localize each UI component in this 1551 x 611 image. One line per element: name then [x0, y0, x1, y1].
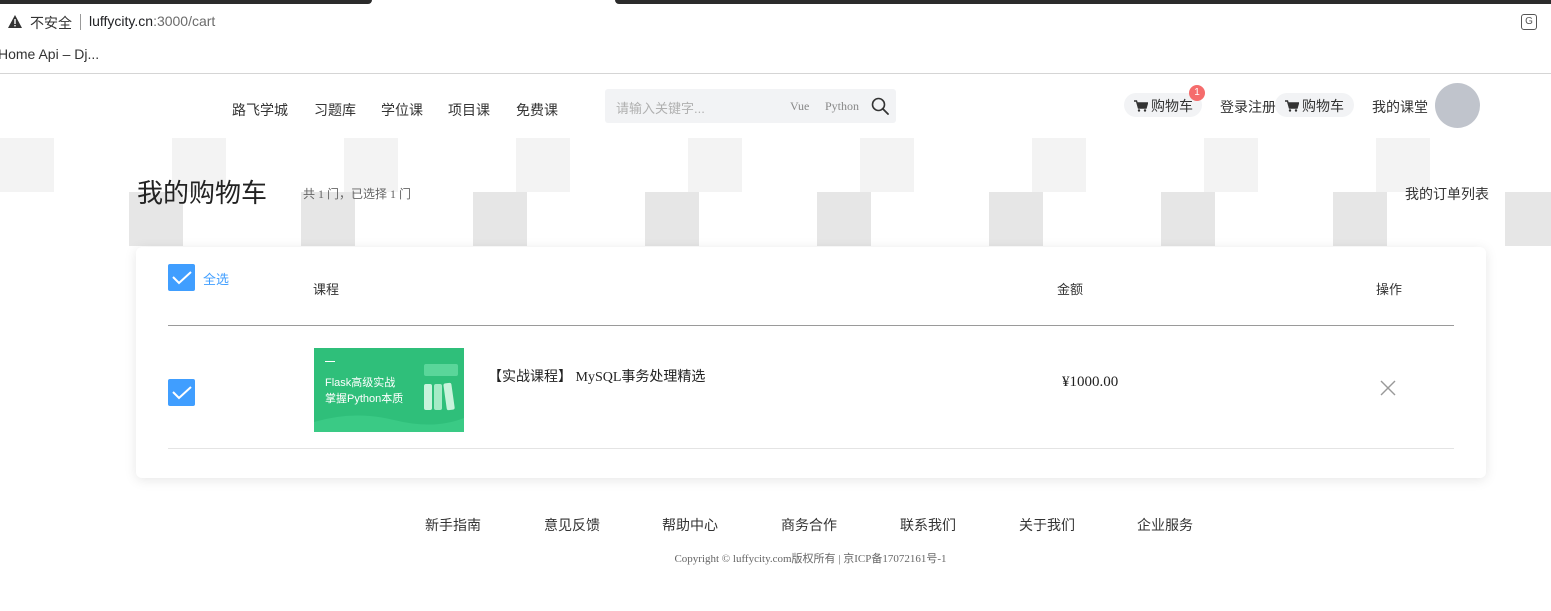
copyright-text: Copyright © luffycity.com版权所有 | 京ICP备170… — [674, 553, 947, 565]
banner-tile — [688, 138, 742, 192]
item-checkbox[interactable] — [168, 379, 195, 406]
column-header-course: 课程 — [313, 282, 340, 297]
nav-item-degree[interactable]: 学位课 — [381, 100, 423, 120]
banner-tile — [817, 192, 871, 246]
security-label[interactable]: 不安全 — [30, 13, 72, 33]
course-price: ¥1000.00 — [1062, 374, 1119, 390]
thumbnail-wave — [314, 415, 464, 432]
my-class-link[interactable]: 我的课堂 — [1372, 97, 1428, 117]
header-divider — [168, 325, 1454, 326]
banner-tile — [1333, 192, 1387, 246]
cart-summary: 共 1 门，已选择 1 门 — [303, 187, 412, 201]
select-all-label[interactable]: 全选 — [203, 269, 229, 288]
address-separator — [80, 14, 81, 30]
footer-link-contact[interactable]: 联系我们 — [900, 515, 956, 535]
url-text[interactable]: luffycity.cn:3000/cart — [89, 13, 215, 29]
page-title: 我的购物车 — [137, 178, 268, 208]
cart-badge: 1 — [1189, 85, 1205, 101]
thumbnail-dash — [325, 361, 335, 362]
check-icon — [172, 271, 192, 285]
banner-tile — [516, 138, 570, 192]
footer-link-business[interactable]: 商务合作 — [781, 515, 837, 535]
footer-link-feedback[interactable]: 意见反馈 — [544, 515, 600, 535]
nav-item-luffy[interactable]: 路飞学城 — [232, 100, 288, 120]
banner-tile — [0, 138, 54, 192]
cart-button-2[interactable]: 购物车 — [1275, 93, 1354, 117]
cart-label: 购物车 — [1151, 98, 1193, 114]
bookmarks-bar: Home Api – Dj... — [0, 38, 1551, 74]
cart-icon — [1285, 100, 1299, 112]
banner-tile — [860, 138, 914, 192]
footer-link-guide[interactable]: 新手指南 — [425, 515, 481, 535]
thumbnail-line-2: 掌握Python本质 — [325, 393, 404, 405]
banner-tile — [1505, 192, 1551, 246]
login-register-link[interactable]: 登录注册 — [1220, 97, 1276, 117]
nav-item-free[interactable]: 免费课 — [516, 100, 558, 120]
course-name[interactable]: 【实战课程】 MySQL事务处理精选 — [488, 366, 705, 386]
footer-link-enterprise[interactable]: 企业服务 — [1137, 515, 1193, 535]
select-all-checkbox[interactable] — [168, 264, 195, 291]
address-bar[interactable]: 不安全 luffycity.cn:3000/cart G — [0, 4, 1551, 38]
url-path: :3000/cart — [153, 13, 216, 29]
bookmark-home-api[interactable]: Home Api – Dj... — [0, 46, 99, 62]
row-divider — [168, 448, 1454, 449]
delete-icon[interactable] — [1379, 379, 1397, 397]
banner-tile — [1161, 192, 1215, 246]
check-icon — [172, 386, 192, 400]
search-icon[interactable] — [871, 97, 889, 115]
column-header-amount: 金额 — [1057, 282, 1084, 297]
translate-icon[interactable]: G — [1521, 14, 1537, 30]
search-tag-python[interactable]: Python — [825, 99, 859, 114]
url-host: luffycity.cn — [89, 13, 154, 29]
books-icon — [424, 364, 458, 411]
banner-tile — [344, 138, 398, 192]
nav-item-exercises[interactable]: 习题库 — [314, 100, 356, 120]
banner-tile — [1204, 138, 1258, 192]
banner-tile — [645, 192, 699, 246]
cart-label-2: 购物车 — [1302, 98, 1344, 114]
site-header: 路飞学城 习题库 学位课 项目课 免费课 请输入关键字... Vue Pytho… — [0, 74, 1551, 138]
thumbnail-line-1: Flask高级实战 — [325, 377, 396, 389]
banner-tile — [473, 192, 527, 246]
footer-link-help[interactable]: 帮助中心 — [662, 515, 718, 535]
order-list-link[interactable]: 我的订单列表 — [1405, 184, 1489, 204]
search-box[interactable]: 请输入关键字... Vue Python — [605, 89, 896, 123]
banner-tile — [989, 192, 1043, 246]
column-header-action: 操作 — [1376, 282, 1403, 297]
nav-item-projects[interactable]: 项目课 — [448, 100, 490, 120]
warning-icon[interactable] — [8, 15, 22, 28]
course-thumbnail[interactable]: Flask高级实战 掌握Python本质 — [314, 348, 464, 432]
search-input[interactable]: 请输入关键字... — [616, 98, 705, 117]
banner-tile — [1032, 138, 1086, 192]
cart-icon — [1134, 100, 1148, 112]
footer-link-about[interactable]: 关于我们 — [1019, 515, 1075, 535]
avatar[interactable] — [1435, 83, 1480, 128]
search-tag-vue[interactable]: Vue — [790, 99, 809, 114]
